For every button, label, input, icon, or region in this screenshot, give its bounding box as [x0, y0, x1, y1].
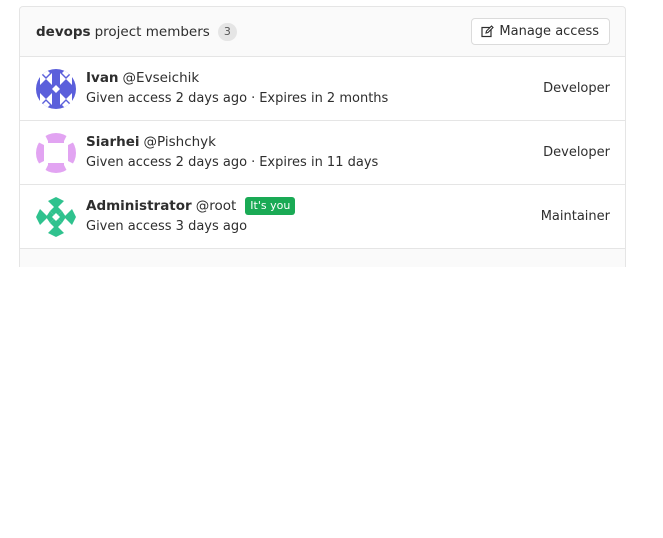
- member-row: Administrator @root It's you Given acces…: [20, 185, 625, 249]
- member-access-info: Given access 2 days ago · Expires in 11 da…: [86, 153, 543, 173]
- member-access-info: Given access 3 days ago: [86, 217, 541, 237]
- member-role: Developer: [543, 81, 610, 96]
- member-list: Ivan @Evseichik Given access 2 days ago ·…: [20, 57, 625, 249]
- title-text: project members: [94, 23, 210, 40]
- members-panel: devops project members 3 Manage access I…: [19, 6, 626, 267]
- given-access-text: Given access 2 days ago: [86, 91, 248, 106]
- member-name[interactable]: Administrator: [86, 196, 192, 216]
- project-name: devops: [36, 23, 91, 40]
- manage-access-label: Manage access: [499, 24, 599, 39]
- given-access-text: Given access 2 days ago: [86, 155, 248, 170]
- separator: ·: [251, 155, 256, 170]
- member-identity: Siarhei @Pishchyk: [86, 132, 543, 152]
- manage-access-button[interactable]: Manage access: [471, 18, 610, 45]
- identicon-icon: [36, 132, 76, 173]
- its-you-badge: It's you: [245, 197, 296, 215]
- member-access-info: Given access 2 days ago · Expires in 2 mon…: [86, 89, 543, 109]
- member-row: Siarhei @Pishchyk Given access 2 days ag…: [20, 121, 625, 185]
- avatar[interactable]: [36, 132, 76, 173]
- panel-title: devops project members 3: [36, 22, 237, 41]
- member-info: Siarhei @Pishchyk Given access 2 days ag…: [86, 132, 543, 173]
- expires-text: Expires in 11 days: [259, 155, 379, 170]
- member-name[interactable]: Ivan: [86, 68, 119, 88]
- panel-header: devops project members 3 Manage access: [20, 7, 625, 57]
- member-identity: Administrator @root It's you: [86, 196, 541, 216]
- member-info: Administrator @root It's you Given acces…: [86, 196, 541, 237]
- member-role: Developer: [543, 145, 610, 160]
- member-count-badge: 3: [217, 22, 237, 41]
- identicon-icon: [36, 68, 76, 109]
- separator: ·: [251, 91, 256, 106]
- expires-text: Expires in 2 months: [259, 91, 389, 106]
- identicon-icon: [36, 196, 76, 237]
- member-identity: Ivan @Evseichik: [86, 68, 543, 88]
- avatar[interactable]: [36, 68, 76, 109]
- given-access-text: Given access 3 days ago: [86, 219, 248, 234]
- member-info: Ivan @Evseichik Given access 2 days ago ·…: [86, 68, 543, 109]
- member-username: @Evseichik: [122, 70, 200, 86]
- member-row: Ivan @Evseichik Given access 2 days ago ·…: [20, 57, 625, 121]
- member-name[interactable]: Siarhei: [86, 132, 140, 152]
- member-username: @root: [195, 198, 237, 214]
- member-role: Maintainer: [540, 209, 610, 224]
- avatar[interactable]: [36, 196, 76, 237]
- edit-icon: [481, 25, 495, 38]
- member-username: @Pishchyk: [143, 134, 216, 150]
